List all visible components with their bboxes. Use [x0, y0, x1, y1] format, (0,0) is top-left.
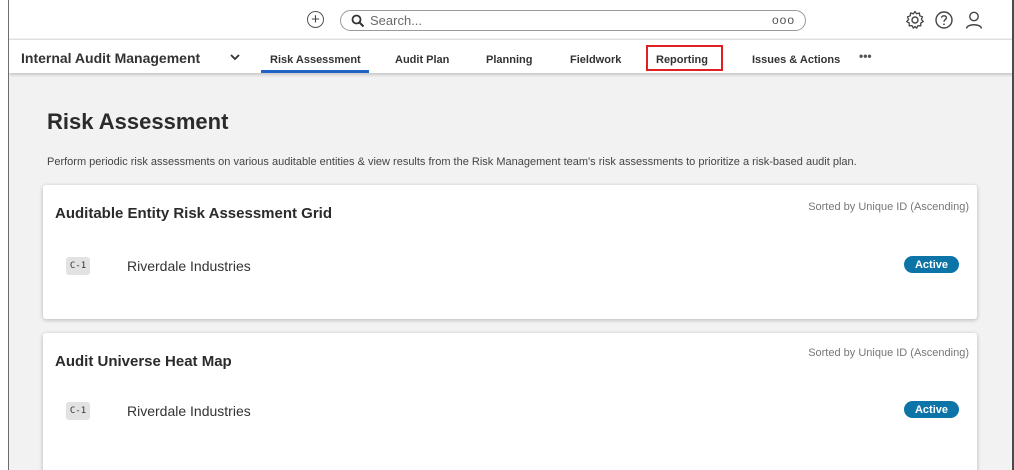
- status-badge: Active: [904, 401, 959, 418]
- tab-planning[interactable]: Planning: [486, 54, 532, 66]
- plus-circle-icon[interactable]: +: [307, 11, 324, 28]
- app-window: + Search... ooo Internal Audit Managemen…: [8, 0, 1014, 470]
- unique-id-badge: C-1: [66, 402, 90, 420]
- chevron-down-icon[interactable]: [229, 52, 241, 62]
- more-tabs-icon[interactable]: •••: [859, 49, 872, 63]
- card-title[interactable]: Audit Universe Heat Map: [55, 353, 232, 370]
- search-icon: [351, 14, 365, 28]
- gear-icon[interactable]: [905, 10, 925, 30]
- status-badge: Active: [904, 256, 959, 273]
- card-title[interactable]: Auditable Entity Risk Assessment Grid: [55, 205, 332, 222]
- search-input[interactable]: Search... ooo: [340, 10, 806, 31]
- sort-label[interactable]: Sorted by Unique ID (Ascending): [808, 347, 969, 359]
- tab-issues-actions[interactable]: Issues & Actions: [752, 54, 840, 66]
- tab-fieldwork[interactable]: Fieldwork: [570, 54, 621, 66]
- risk-assessment-grid-card[interactable]: Auditable Entity Risk Assessment Grid So…: [43, 185, 977, 319]
- user-icon[interactable]: [964, 10, 984, 30]
- top-bar: + Search... ooo: [9, 0, 1014, 38]
- entity-name[interactable]: Riverdale Industries: [127, 258, 251, 274]
- search-options-icon[interactable]: ooo: [772, 13, 795, 27]
- module-nav: Internal Audit Management Risk Assessmen…: [9, 39, 1014, 73]
- sort-label[interactable]: Sorted by Unique ID (Ascending): [808, 201, 969, 213]
- active-tab-indicator: [261, 70, 369, 73]
- unique-id-badge: C-1: [66, 257, 90, 275]
- page-title: Risk Assessment: [47, 109, 229, 134]
- entity-name[interactable]: Riverdale Industries: [127, 403, 251, 419]
- tab-risk-assessment[interactable]: Risk Assessment: [270, 54, 361, 66]
- tab-audit-plan[interactable]: Audit Plan: [395, 54, 449, 66]
- reporting-tab-highlight: [646, 45, 723, 71]
- audit-universe-heat-map-card[interactable]: Audit Universe Heat Map Sorted by Unique…: [43, 333, 977, 470]
- search-placeholder: Search...: [370, 13, 423, 28]
- page-description: Perform periodic risk assessments on var…: [47, 156, 857, 168]
- app-switcher-title[interactable]: Internal Audit Management: [21, 50, 200, 66]
- question-circle-icon[interactable]: [934, 10, 954, 30]
